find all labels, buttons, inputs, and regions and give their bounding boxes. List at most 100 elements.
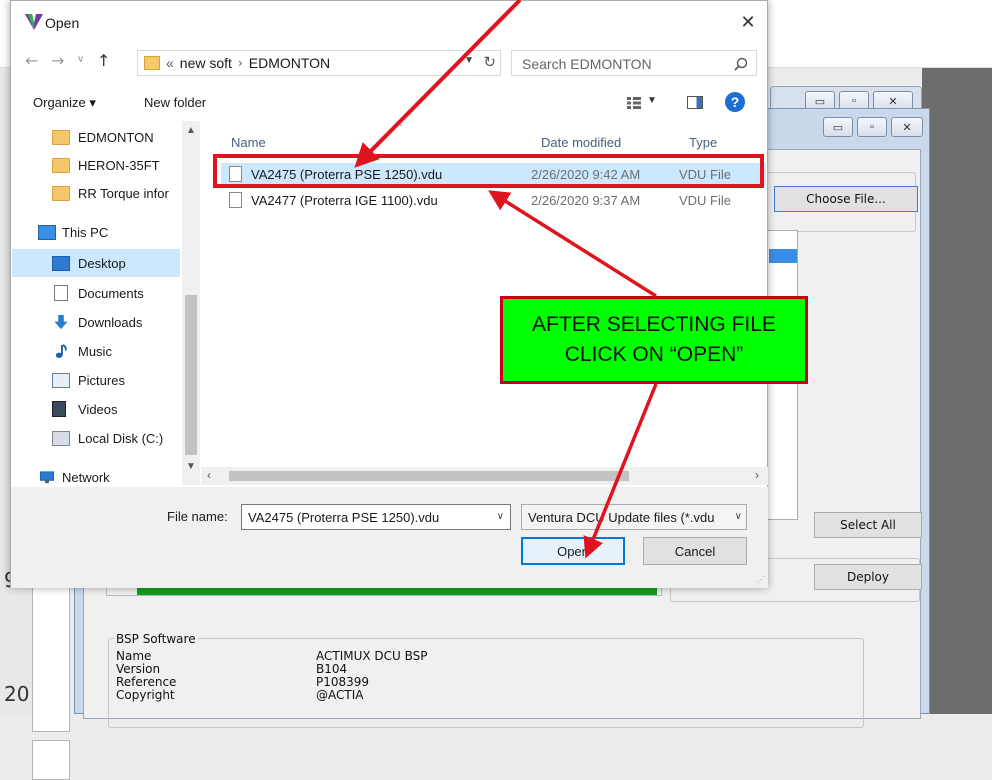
up-arrow-icon[interactable]: ↑ [97,51,110,70]
scroll-down-icon[interactable]: ▼ [186,461,196,472]
nav-item-label: This PC [62,224,109,240]
nav-item-label: Pictures [78,372,125,388]
folder-icon [52,157,70,173]
dialog-title-bar: Open ✕ [11,1,767,43]
column-header-date[interactable]: Date modified [541,135,621,150]
chevron-down-icon[interactable]: ▼ [464,55,474,66]
nav-item-this-pc[interactable]: This PC [12,218,180,246]
choose-file-button[interactable]: Choose File... [774,186,918,212]
close-icon[interactable]: ✕ [891,117,923,137]
navigation-scrollbar[interactable]: ▲ ▼ [182,121,200,485]
minimize-icon[interactable]: ▭ [823,117,853,137]
forward-arrow-icon[interactable]: → [51,51,64,70]
documents-icon [54,285,68,301]
back-arrow-icon[interactable]: ← [25,51,38,70]
folder-icon [144,56,160,70]
nav-item-label: Network [62,469,110,485]
disk-icon [52,430,70,446]
nav-item-label: HERON-35FT [78,157,160,173]
file-name: VA2477 (Proterra IGE 1100).vdu [251,192,438,208]
scrollbar-thumb[interactable] [229,471,629,481]
nav-item-videos[interactable]: Videos [12,395,180,423]
nav-item-desktop[interactable]: Desktop [12,249,180,277]
nav-item-label: Documents [78,285,144,301]
column-header-type[interactable]: Type [689,135,717,150]
cancel-button[interactable]: Cancel [643,537,747,565]
refresh-icon[interactable]: ↻ [483,53,496,71]
resize-grip-icon[interactable]: ⋰ [757,575,765,584]
scroll-left-icon[interactable]: ‹ [207,468,211,482]
nav-item-downloads[interactable]: Downloads [12,308,180,336]
maximize-icon[interactable]: ▫ [857,117,887,137]
nav-item-rr-torque[interactable]: RR Torque infor [12,179,180,207]
open-button[interactable]: Open [521,537,625,565]
search-input[interactable]: Search EDMONTON [522,56,652,72]
nav-item-local-disk[interactable]: Local Disk (C:) [12,424,180,452]
selected-file-highlight [213,154,764,188]
breadcrumb-separator: › [237,56,243,70]
breadcrumb-overflow[interactable]: « [166,55,174,71]
file-row[interactable]: VA2477 (Proterra IGE 1100).vdu 2/26/2020… [221,189,766,211]
horizontal-scrollbar[interactable]: ‹ › [201,467,768,485]
scroll-right-icon[interactable]: › [755,468,759,482]
file-icon [229,192,242,208]
desktop-icon [52,255,70,271]
open-file-dialog: Open ✕ ← → ∨ ↑ « new soft › EDMONTON ▼ ↻… [10,0,768,588]
search-icon[interactable] [734,57,748,71]
downloads-icon [54,314,68,329]
help-icon[interactable]: ? [725,92,745,112]
background-list-box [32,572,70,732]
nav-item-label: Local Disk (C:) [78,430,164,446]
nav-item-pictures[interactable]: Pictures [12,366,180,394]
breadcrumb-edmonton[interactable]: EDMONTON [249,55,330,71]
nav-item-music[interactable]: Music [12,337,180,365]
dialog-footer: File name: VA2475 (Proterra PSE 1250).vd… [11,487,768,588]
background-list-box-2 [32,740,70,780]
view-options-icon[interactable] [627,97,641,109]
command-bar: Organize ▾ New folder ▼ ? [11,83,767,119]
scrollbar-thumb[interactable] [185,295,197,455]
nav-item-label: Desktop [78,255,126,271]
nav-item-label: RR Torque infor [78,185,169,201]
nav-item-documents[interactable]: Documents [12,279,180,307]
nav-item-label: Videos [78,401,118,417]
recent-locations-icon[interactable]: ∨ [77,54,84,65]
bsp-details: Name ACTIMUX DCU BSP Version B104 Refere… [116,650,716,720]
pc-icon [38,224,56,240]
file-date: 2/26/2020 9:37 AM [531,192,641,208]
sort-ascending-icon: ^ [394,121,404,134]
search-box[interactable]: Search EDMONTON [511,50,757,76]
list-selection [769,249,797,263]
select-all-button[interactable]: Select All [814,512,922,538]
chevron-down-icon[interactable]: ∨ [731,511,742,522]
navigation-pane: EDMONTON HERON-35FT RR Torque infor This… [12,121,200,485]
folder-icon [52,185,70,201]
close-icon[interactable]: ✕ [735,10,761,34]
chevron-down-icon[interactable]: ∨ [497,511,504,522]
column-header-name[interactable]: Name [231,135,266,150]
new-folder-button[interactable]: New folder [144,95,206,110]
nav-item-heron[interactable]: HERON-35FT [12,151,180,179]
file-name-field[interactable]: VA2475 (Proterra PSE 1250).vdu ∨ [241,504,511,530]
app-logo-icon [25,14,43,30]
address-bar[interactable]: « new soft › EDMONTON ▼ ↻ [137,50,501,76]
nav-item-label: Music [78,343,112,359]
file-type: VDU File [679,192,732,208]
chevron-down-icon[interactable]: ▼ [647,95,657,106]
file-name-label: File name: [167,509,228,524]
deploy-button[interactable]: Deploy [814,564,922,590]
network-icon [39,470,55,483]
organize-button[interactable]: Organize ▾ [33,95,96,111]
nav-item-edmonton[interactable]: EDMONTON [12,123,180,151]
music-icon [55,343,67,358]
dialog-title: Open [45,15,80,31]
scroll-up-icon[interactable]: ▲ [186,125,196,136]
instruction-callout: AFTER SELECTING FILE CLICK ON “OPEN” [500,296,808,384]
preview-pane-icon[interactable] [687,96,703,109]
navigation-row: ← → ∨ ↑ « new soft › EDMONTON ▼ ↻ Search… [11,45,767,81]
callout-line-2: CLICK ON “OPEN” [564,343,744,366]
folder-icon [52,129,70,145]
file-type-select[interactable]: Ventura DCU Update files (*.vdu ∨ [521,504,747,530]
row-number: 20 [4,682,30,706]
breadcrumb-new-soft[interactable]: new soft [180,55,232,71]
